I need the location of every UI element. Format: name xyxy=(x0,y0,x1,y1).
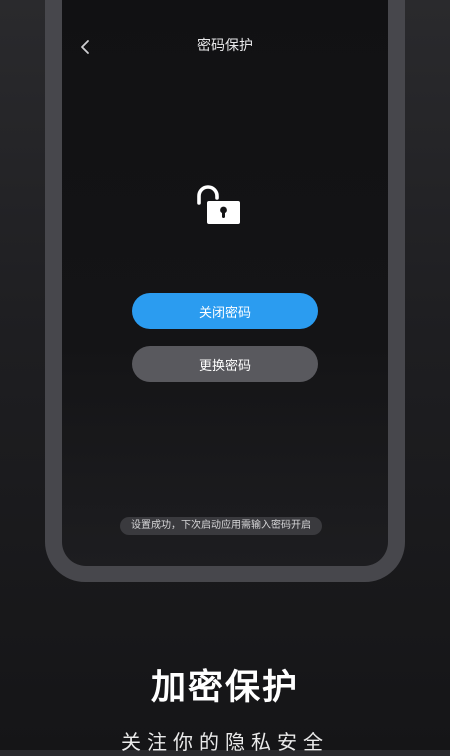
promo-subtitle: 关注你的隐私安全 xyxy=(121,730,329,754)
disable-password-button[interactable]: 关闭密码 xyxy=(132,293,318,329)
promo-title: 加密保护 xyxy=(150,668,299,708)
app-screen: 密码保护 关闭密码 更换密码 设置成功，下次启动应用需输入密码开启 xyxy=(62,0,388,566)
change-password-button[interactable]: 更换密码 xyxy=(132,346,318,382)
toast-message: 设置成功，下次启动应用需输入密码开启 xyxy=(120,517,322,535)
page-title: 密码保护 xyxy=(197,38,253,54)
unlocked-padlock-icon xyxy=(197,185,240,224)
